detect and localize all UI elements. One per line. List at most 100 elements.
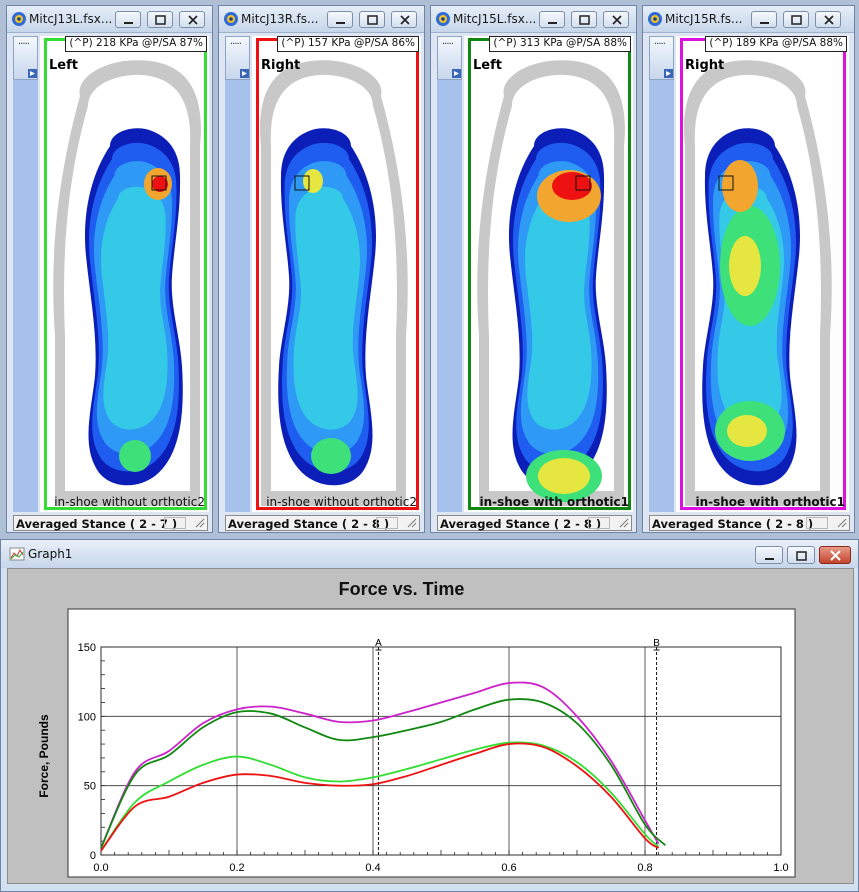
foot-side-label: Right (685, 58, 725, 73)
grip-dots-icon: ····· (654, 39, 666, 50)
status-bar: Averaged Stance ( 2 - 8 ) (225, 515, 420, 531)
minimize-button[interactable] (539, 11, 565, 28)
foot-side-label: Left (49, 58, 78, 73)
condition-label: in-shoe with orthotic1 (479, 495, 629, 509)
resize-grip-icon[interactable] (195, 518, 205, 528)
window-title: MitcJ15L.fsx... (453, 12, 537, 26)
status-pane (588, 517, 610, 529)
status-pane (376, 517, 398, 529)
status-bar: Averaged Stance ( 2 - 8 ) (437, 515, 632, 531)
plot-area (100, 646, 782, 856)
x-tick-label: 0.0 (93, 862, 108, 874)
status-text: Averaged Stance ( 2 - 7 ) (16, 517, 178, 531)
pressure-map-canvas[interactable]: (^P) 313 KPa @P/SA 88% Left in-shoe with o… (464, 36, 633, 512)
selection-frame (468, 38, 631, 510)
minimize-icon (760, 22, 769, 24)
resize-grip-icon[interactable] (837, 518, 847, 528)
status-bar: Averaged Stance ( 2 - 7 ) (13, 515, 208, 531)
status-bar: Averaged Stance ( 2 - 8 ) (649, 515, 850, 531)
expand-arrow-icon[interactable] (28, 69, 37, 78)
close-button[interactable] (391, 11, 417, 28)
grip-dots-icon: ····· (230, 39, 242, 50)
close-button[interactable] (815, 11, 841, 28)
force-time-chart[interactable]: 0.00.20.40.60.81.0050100150Time, Seconds… (8, 569, 853, 883)
toolbar-strip[interactable]: ····· (437, 36, 462, 512)
minimize-button[interactable] (115, 11, 141, 28)
expand-arrow-icon[interactable] (452, 69, 461, 78)
status-pane (806, 517, 828, 529)
toolbar-strip[interactable]: ····· (225, 36, 250, 512)
minimize-button[interactable] (755, 546, 783, 564)
minimize-button[interactable] (327, 11, 353, 28)
window-title: MitcJ13R.fs... (241, 12, 319, 26)
window-titlebar[interactable]: MitcJ13L.fsx... (7, 6, 212, 33)
close-button[interactable] (819, 546, 851, 564)
resize-grip-icon[interactable] (619, 518, 629, 528)
x-tick-label: 0.8 (637, 862, 652, 874)
peak-pressure-label: (^P) 189 KPa @P/SA 88% (705, 36, 847, 52)
minimize-button[interactable] (751, 11, 777, 28)
graph-window[interactable]: Graph1 Force vs. Time 0.0 0.2 0.4 0.6 0.8 1.0… (0, 539, 859, 892)
foot-side-label: Right (261, 58, 301, 73)
maximize-icon (155, 15, 166, 25)
toolbar-handle[interactable]: ····· (437, 36, 462, 80)
app-icon (648, 12, 662, 26)
minimize-icon (336, 22, 345, 24)
window-titlebar[interactable]: MitcJ15R.fs... (643, 6, 854, 33)
status-text: Averaged Stance ( 2 - 8 ) (440, 517, 602, 531)
graph-titlebar[interactable]: Graph1 (1, 540, 858, 568)
pressure-map-canvas[interactable]: (^P) 218 KPa @P/SA 87% Left in-shoe withou… (40, 36, 209, 512)
maximize-button[interactable] (147, 11, 173, 28)
pressure-map-canvas[interactable]: (^P) 189 KPa @P/SA 88% Right in-shoe with … (676, 36, 849, 512)
minimize-icon (124, 22, 133, 24)
window-titlebar[interactable]: MitcJ15L.fsx... (431, 6, 636, 33)
toolbar-strip[interactable]: ····· (13, 36, 38, 512)
foot-side-label: Left (473, 58, 502, 73)
window-title: MitcJ13L.fsx... (29, 12, 113, 26)
expand-arrow-icon[interactable] (240, 69, 249, 78)
grip-dots-icon: ····· (18, 39, 30, 50)
close-icon (824, 15, 834, 25)
y-tick-label: 100 (78, 711, 96, 723)
sensor-window-4[interactable]: MitcJ15R.fs... ····· (^P) 189 KPa @P/SA … (642, 5, 855, 533)
app-icon (436, 12, 450, 26)
toolbar-handle[interactable]: ····· (13, 36, 38, 80)
toolbar-handle[interactable]: ····· (649, 36, 674, 80)
minimize-icon (548, 22, 557, 24)
y-axis-label: Force, Pounds (37, 714, 51, 798)
restore-icon (796, 551, 807, 561)
sensor-window-3[interactable]: MitcJ15L.fsx... ····· (^P) 313 KPa @P/SA… (430, 5, 637, 533)
toolbar-strip[interactable]: ····· (649, 36, 674, 512)
close-icon (830, 550, 841, 561)
maximize-icon (367, 15, 378, 25)
maximize-button[interactable] (783, 11, 809, 28)
window-titlebar[interactable]: MitcJ13R.fs... (219, 6, 424, 33)
marker-label-B: B (653, 638, 660, 649)
toolbar-handle[interactable]: ····· (225, 36, 250, 80)
graph-app-icon (9, 547, 25, 561)
maximize-icon (579, 15, 590, 25)
selection-frame (256, 38, 419, 510)
selection-frame (680, 38, 846, 510)
graph-body: Force vs. Time 0.0 0.2 0.4 0.6 0.8 1.0 0 50 100 1… (7, 568, 854, 884)
graph-title: Graph1 (28, 547, 73, 561)
pressure-map-canvas[interactable]: (^P) 157 KPa @P/SA 86% Right in-shoe witho… (252, 36, 421, 512)
maximize-button[interactable] (787, 546, 815, 564)
window-title: MitcJ15R.fs... (665, 12, 743, 26)
resize-grip-icon[interactable] (407, 518, 417, 528)
peak-pressure-label: (^P) 157 KPa @P/SA 86% (277, 36, 419, 52)
expand-arrow-icon[interactable] (664, 69, 673, 78)
close-button[interactable] (603, 11, 629, 28)
condition-label: in-shoe without orthotic2 (266, 495, 417, 509)
grip-dots-icon: ····· (442, 39, 454, 50)
app-icon (12, 12, 26, 26)
close-button[interactable] (179, 11, 205, 28)
sensor-window-2[interactable]: MitcJ13R.fs... ····· (^P) 157 KPa @P/SA … (218, 5, 425, 533)
minimize-icon (765, 558, 774, 560)
close-icon (612, 15, 622, 25)
maximize-button[interactable] (359, 11, 385, 28)
maximize-button[interactable] (571, 11, 597, 28)
condition-label: in-shoe without orthotic2 (54, 495, 205, 509)
sensor-window-1[interactable]: MitcJ13L.fsx... ····· (^P) 218 KPa @P/SA… (6, 5, 213, 533)
y-tick-label: 0 (90, 850, 96, 862)
